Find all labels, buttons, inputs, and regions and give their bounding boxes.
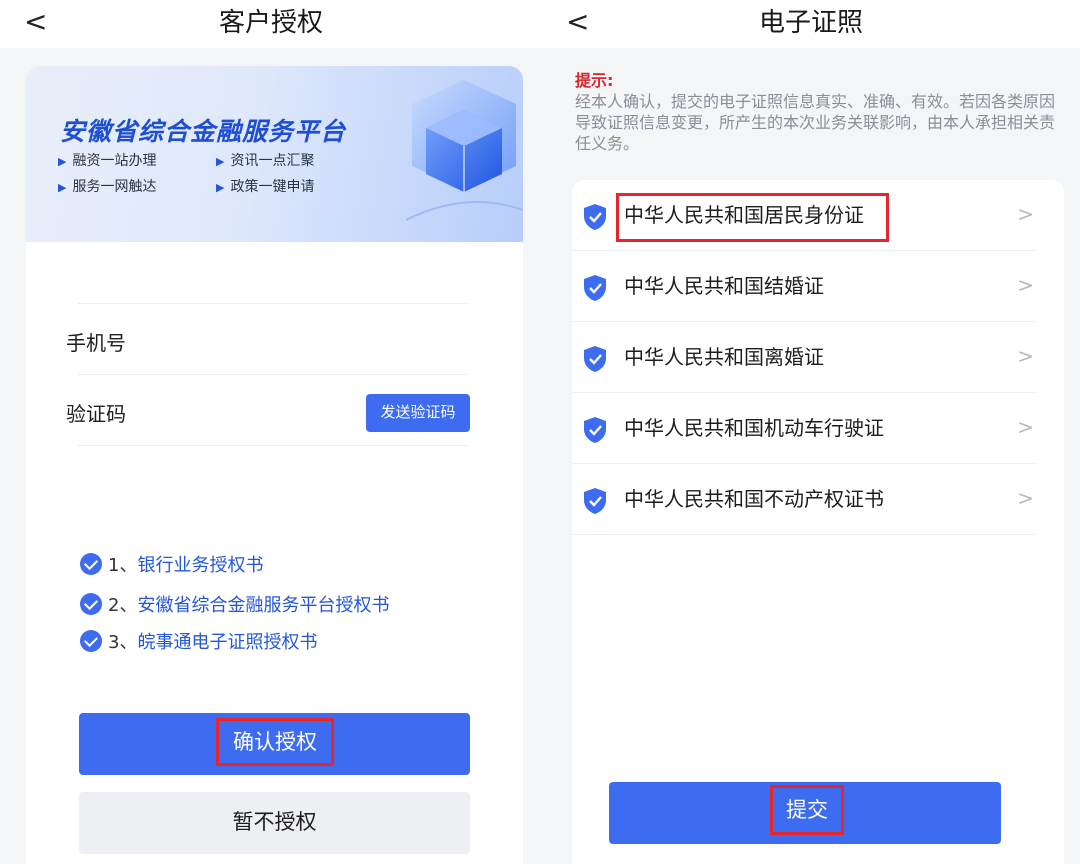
shield-check-icon <box>584 417 606 443</box>
check-icon[interactable] <box>80 630 102 652</box>
notice: 提示: 经本人确认，提交的电子证照信息真实、准确、有效。若因各类原因导致证照信息… <box>575 70 1055 154</box>
submit-label[interactable]: 提交 <box>770 785 844 835</box>
notice-text: 经本人确认，提交的电子证照信息真实、准确、有效。若因各类原因导致证照信息变更，所… <box>575 92 1056 153</box>
shield-check-icon <box>584 346 606 372</box>
license-name: 中华人民共和国离婚证 <box>624 345 824 369</box>
code-label: 验证码 <box>66 402 126 426</box>
chevron-right-icon: > <box>1017 202 1034 226</box>
authorization-panel: < 客户授权 安徽省综合金融服务平台 ▶ 融资一站办理 ▶ 资讯一点汇聚 ▶ 服务一网… <box>0 0 542 864</box>
check-icon[interactable] <box>80 593 102 615</box>
chevron-right-icon: > <box>1017 415 1034 439</box>
license-name: 中华人民共和国机动车行驶证 <box>624 416 884 440</box>
license-item[interactable]: 中华人民共和国离婚证 > <box>572 322 1064 393</box>
agreement-link[interactable]: 银行业务授权书 <box>137 551 263 577</box>
banner-title: 安徽省综合金融服务平台 <box>60 117 347 146</box>
form-divider <box>78 374 468 375</box>
shield-check-icon <box>584 275 606 301</box>
chevron-right-icon: > <box>1017 273 1034 297</box>
highlight-box <box>616 193 889 242</box>
page-title: 电子证照 <box>758 8 863 38</box>
triangle-icon: ▶ <box>58 181 67 194</box>
shield-check-icon <box>584 204 606 230</box>
screen: < 客户授权 安徽省综合金融服务平台 ▶ 融资一站办理 ▶ 资讯一点汇聚 ▶ 服务一网… <box>0 0 1080 864</box>
triangle-icon: ▶ <box>216 181 225 194</box>
license-list: 中华人民共和国居民身份证 > 中华人民共和国结婚证 > 中华人民共和国离婚证 >… <box>572 180 1064 864</box>
chevron-right-icon: > <box>1017 344 1034 368</box>
banner-feature: ▶ 政策一键申请 <box>216 179 315 195</box>
platform-banner: 安徽省综合金融服务平台 ▶ 融资一站办理 ▶ 资讯一点汇聚 ▶ 服务一网触达 ▶ 政策一… <box>26 66 523 242</box>
banner-feature: ▶ 资讯一点汇聚 <box>216 153 315 169</box>
license-item[interactable]: 中华人民共和国结婚证 > <box>572 251 1064 322</box>
check-icon[interactable] <box>80 553 102 575</box>
confirm-authorization-label[interactable]: 确认授权 <box>216 718 334 766</box>
form-divider <box>78 445 468 446</box>
license-name: 中华人民共和国结婚证 <box>624 274 824 298</box>
send-code-button[interactable]: 发送验证码 <box>366 394 470 432</box>
agreement-item[interactable]: 1、 银行业务授权书 <box>80 551 263 577</box>
license-item[interactable]: 中华人民共和国机动车行驶证 > <box>572 393 1064 464</box>
agreement-item[interactable]: 3、 皖事通电子证照授权书 <box>80 628 317 654</box>
banner-feature: ▶ 融资一站办理 <box>58 153 157 169</box>
triangle-icon: ▶ <box>58 155 67 168</box>
row-divider <box>572 534 1036 535</box>
cube-illustration <box>406 80 523 221</box>
chevron-right-icon: > <box>1017 486 1034 510</box>
code-input[interactable] <box>150 390 350 434</box>
page-title: 客户授权 <box>218 8 323 38</box>
left-navbar: < 客户授权 <box>0 0 542 48</box>
shield-check-icon <box>584 488 606 514</box>
agreement-item[interactable]: 2、 安徽省综合金融服务平台授权书 <box>80 591 389 617</box>
triangle-icon: ▶ <box>216 155 225 168</box>
phone-input[interactable] <box>150 318 450 362</box>
notice-title: 提示: <box>575 71 614 90</box>
e-license-panel: < 电子证照 提示: 经本人确认，提交的电子证照信息真实、准确、有效。若因各类原… <box>542 0 1080 864</box>
phone-label: 手机号 <box>66 331 126 355</box>
banner-feature: ▶ 服务一网触达 <box>58 179 157 195</box>
form-divider <box>78 303 468 304</box>
agreement-link[interactable]: 安徽省综合金融服务平台授权书 <box>137 591 389 617</box>
license-name: 中华人民共和国不动产权证书 <box>624 487 884 511</box>
decline-authorization-button[interactable]: 暂不授权 <box>79 792 470 854</box>
license-item[interactable]: 中华人民共和国不动产权证书 > <box>572 464 1064 535</box>
right-navbar: < 电子证照 <box>542 0 1080 48</box>
agreement-link[interactable]: 皖事通电子证照授权书 <box>137 628 317 654</box>
